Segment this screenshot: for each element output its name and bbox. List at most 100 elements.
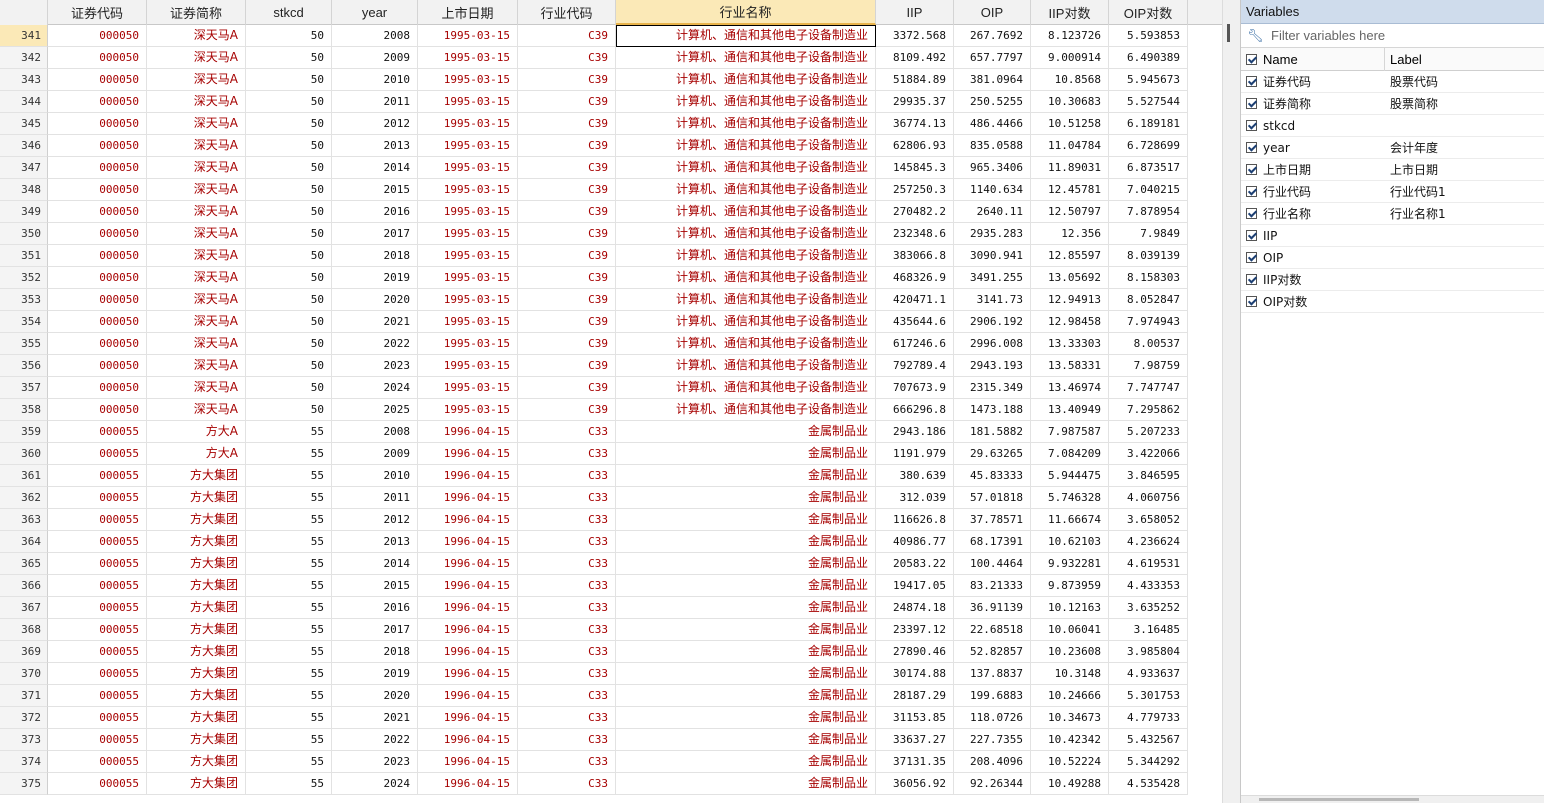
cell-ind-code[interactable]: C33 [518, 421, 616, 443]
cell-list-date[interactable]: 1996-04-15 [418, 465, 518, 487]
cell-list-date[interactable]: 1996-04-15 [418, 685, 518, 707]
cell-ind-name[interactable]: 金属制品业 [616, 619, 876, 641]
cell-iip-log[interactable]: 13.05692 [1031, 267, 1109, 289]
cell-code[interactable]: 000055 [48, 421, 147, 443]
cell-oip-log[interactable]: 7.747747 [1109, 377, 1188, 399]
cell-year[interactable]: 2018 [332, 245, 418, 267]
row-number[interactable]: 357 [0, 377, 48, 399]
cell-iip-log[interactable]: 7.084209 [1031, 443, 1109, 465]
variable-checkbox[interactable] [1245, 76, 1257, 87]
cell-list-date[interactable]: 1995-03-15 [418, 399, 518, 421]
cell-ind-name[interactable]: 计算机、通信和其他电子设备制造业 [616, 135, 876, 157]
cell-oip[interactable]: 2943.193 [954, 355, 1031, 377]
cell-oip[interactable]: 2906.192 [954, 311, 1031, 333]
cell-oip[interactable]: 657.7797 [954, 47, 1031, 69]
cell-oip-log[interactable]: 6.873517 [1109, 157, 1188, 179]
cell-iip-log[interactable]: 10.42342 [1031, 729, 1109, 751]
cell-oip[interactable]: 57.01818 [954, 487, 1031, 509]
variable-row[interactable]: 行业名称 行业名称1 [1241, 203, 1544, 225]
cell-oip[interactable]: 100.4464 [954, 553, 1031, 575]
row-number[interactable]: 359 [0, 421, 48, 443]
cell-list-date[interactable]: 1995-03-15 [418, 245, 518, 267]
cell-iip-log[interactable]: 10.34673 [1031, 707, 1109, 729]
cell-year[interactable]: 2016 [332, 201, 418, 223]
cell-iip-log[interactable]: 9.932281 [1031, 553, 1109, 575]
column-header-short[interactable]: 证券简称 [147, 0, 246, 25]
cell-oip-log[interactable]: 7.040215 [1109, 179, 1188, 201]
cell-iip[interactable]: 23397.12 [876, 619, 954, 641]
cell-ind-code[interactable]: C33 [518, 729, 616, 751]
cell-ind-name[interactable]: 计算机、通信和其他电子设备制造业 [616, 399, 876, 421]
cell-code[interactable]: 000055 [48, 443, 147, 465]
cell-oip-log[interactable]: 5.527544 [1109, 91, 1188, 113]
cell-oip[interactable]: 137.8837 [954, 663, 1031, 685]
cell-list-date[interactable]: 1995-03-15 [418, 47, 518, 69]
cell-ind-name[interactable]: 金属制品业 [616, 773, 876, 795]
cell-stkcd[interactable]: 55 [246, 553, 332, 575]
cell-oip-log[interactable]: 7.974943 [1109, 311, 1188, 333]
cell-year[interactable]: 2017 [332, 223, 418, 245]
cell-code[interactable]: 000050 [48, 399, 147, 421]
cell-iip-log[interactable]: 10.51258 [1031, 113, 1109, 135]
cell-code[interactable]: 000055 [48, 597, 147, 619]
cell-oip[interactable]: 2640.11 [954, 201, 1031, 223]
row-number[interactable]: 373 [0, 729, 48, 751]
cell-oip[interactable]: 381.0964 [954, 69, 1031, 91]
cell-iip-log[interactable]: 11.66674 [1031, 509, 1109, 531]
cell-oip-log[interactable]: 8.158303 [1109, 267, 1188, 289]
cell-code[interactable]: 000055 [48, 641, 147, 663]
cell-ind-code[interactable]: C33 [518, 751, 616, 773]
column-header-iip-log[interactable]: IIP对数 [1031, 0, 1109, 25]
cell-year[interactable]: 2008 [332, 421, 418, 443]
cell-ind-name[interactable]: 计算机、通信和其他电子设备制造业 [616, 333, 876, 355]
cell-year[interactable]: 2019 [332, 663, 418, 685]
cell-iip[interactable]: 666296.8 [876, 399, 954, 421]
row-number[interactable]: 364 [0, 531, 48, 553]
cell-list-date[interactable]: 1995-03-15 [418, 289, 518, 311]
cell-code[interactable]: 000055 [48, 553, 147, 575]
cell-year[interactable]: 2014 [332, 157, 418, 179]
cell-code[interactable]: 000055 [48, 487, 147, 509]
cell-iip[interactable]: 62806.93 [876, 135, 954, 157]
cell-stkcd[interactable]: 50 [246, 223, 332, 245]
row-number[interactable]: 375 [0, 773, 48, 795]
cell-iip[interactable]: 116626.8 [876, 509, 954, 531]
cell-ind-code[interactable]: C33 [518, 553, 616, 575]
cell-oip-log[interactable]: 8.052847 [1109, 289, 1188, 311]
cell-ind-code[interactable]: C39 [518, 245, 616, 267]
cell-iip-log[interactable]: 10.12163 [1031, 597, 1109, 619]
cell-iip[interactable]: 383066.8 [876, 245, 954, 267]
cell-code[interactable]: 000050 [48, 311, 147, 333]
cell-ind-name[interactable]: 金属制品业 [616, 443, 876, 465]
variable-checkbox[interactable] [1245, 208, 1257, 219]
cell-stkcd[interactable]: 55 [246, 509, 332, 531]
cell-iip-log[interactable]: 10.30683 [1031, 91, 1109, 113]
cell-oip-log[interactable]: 7.98759 [1109, 355, 1188, 377]
cell-list-date[interactable]: 1995-03-15 [418, 25, 518, 47]
cell-iip-log[interactable]: 10.3148 [1031, 663, 1109, 685]
cell-short[interactable]: 方大集团 [147, 729, 246, 751]
row-number[interactable]: 371 [0, 685, 48, 707]
cell-iip-log[interactable]: 9.873959 [1031, 575, 1109, 597]
row-number[interactable]: 354 [0, 311, 48, 333]
cell-code[interactable]: 000050 [48, 223, 147, 245]
cell-iip[interactable]: 20583.22 [876, 553, 954, 575]
cell-ind-name[interactable]: 金属制品业 [616, 575, 876, 597]
cell-oip[interactable]: 36.91139 [954, 597, 1031, 619]
cell-iip[interactable]: 40986.77 [876, 531, 954, 553]
cell-oip-log[interactable]: 3.846595 [1109, 465, 1188, 487]
cell-iip-log[interactable]: 12.50797 [1031, 201, 1109, 223]
cell-year[interactable]: 2012 [332, 113, 418, 135]
cell-short[interactable]: 方大集团 [147, 773, 246, 795]
cell-oip[interactable]: 965.3406 [954, 157, 1031, 179]
cell-ind-code[interactable]: C39 [518, 399, 616, 421]
cell-list-date[interactable]: 1995-03-15 [418, 377, 518, 399]
cell-short[interactable]: 方大集团 [147, 531, 246, 553]
variable-row[interactable]: 上市日期 上市日期 [1241, 159, 1544, 181]
cell-oip[interactable]: 2996.008 [954, 333, 1031, 355]
cell-short[interactable]: 深天马A [147, 399, 246, 421]
cell-ind-code[interactable]: C33 [518, 707, 616, 729]
row-number[interactable]: 363 [0, 509, 48, 531]
cell-list-date[interactable]: 1995-03-15 [418, 311, 518, 333]
row-number[interactable]: 342 [0, 47, 48, 69]
